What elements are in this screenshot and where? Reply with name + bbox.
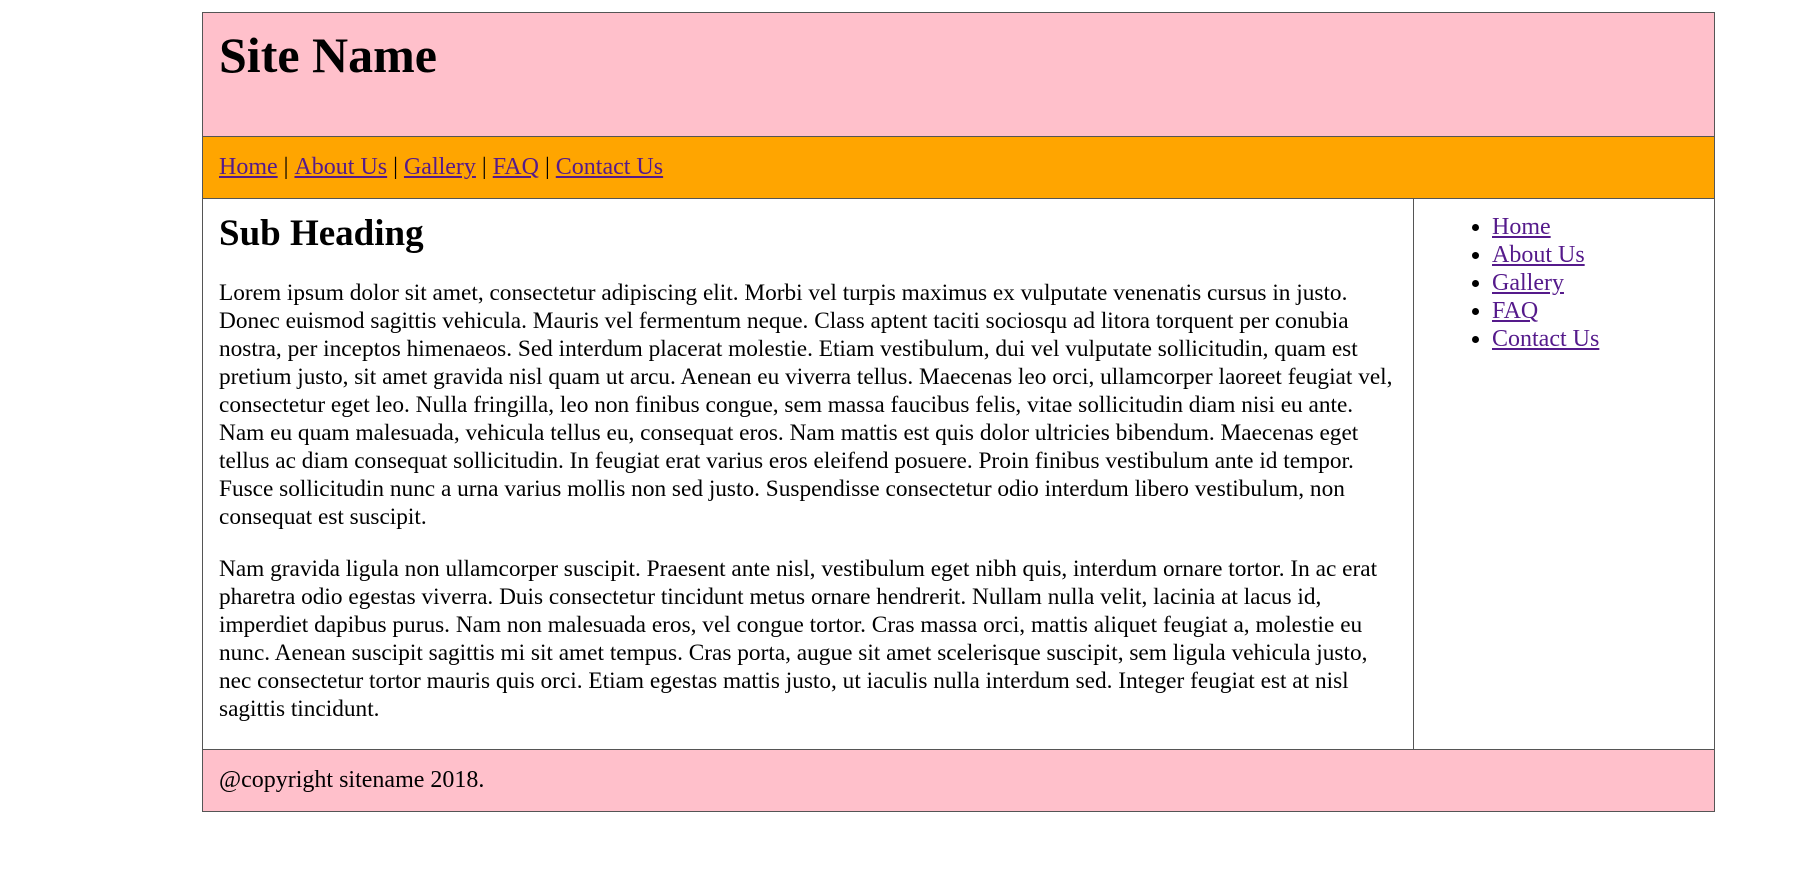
page-container: Site Name Home | About Us | Gallery | FA… [202,12,1715,812]
nav-separator: | [544,154,550,180]
sidebar: Home About Us Gallery FAQ Contact Us [1414,199,1714,749]
main-content: Sub Heading Lorem ipsum dolor sit amet, … [203,199,1414,749]
content-area: Sub Heading Lorem ipsum dolor sit amet, … [203,199,1714,750]
site-header: Site Name [203,13,1714,137]
sidebar-link-about-us[interactable]: About Us [1492,242,1585,268]
paragraph-2: Nam gravida ligula non ullamcorper susci… [219,556,1378,723]
nav-separator: | [481,154,487,180]
sidebar-link-list: Home About Us Gallery FAQ Contact Us [1414,213,1714,353]
paragraph-1: Lorem ipsum dolor sit amet, consectetur … [219,280,1393,531]
list-item: About Us [1492,241,1714,269]
nav-separator: | [393,154,398,180]
nav-separator: | [283,154,289,180]
sub-heading: Sub Heading [219,213,424,254]
nav-link-contact-us[interactable]: Contact Us [556,154,663,181]
copyright-text: @copyright sitename 2018. [219,767,485,793]
sidebar-link-home[interactable]: Home [1492,214,1551,240]
site-footer: @copyright sitename 2018. [203,750,1714,811]
nav-link-gallery[interactable]: Gallery [404,154,476,181]
nav-link-about-us[interactable]: About Us [294,154,387,181]
site-name: Site Name [219,27,437,83]
list-item: Home [1492,213,1714,241]
nav-link-faq[interactable]: FAQ [493,154,539,181]
list-item: FAQ [1492,297,1714,325]
sidebar-link-gallery[interactable]: Gallery [1492,270,1564,296]
top-nav: Home | About Us | Gallery | FAQ | Contac… [203,137,1714,199]
sidebar-link-contact-us[interactable]: Contact Us [1492,326,1599,352]
list-item: Gallery [1492,269,1714,297]
nav-link-home[interactable]: Home [219,154,278,181]
sidebar-link-faq[interactable]: FAQ [1492,298,1538,324]
list-item: Contact Us [1492,325,1714,353]
